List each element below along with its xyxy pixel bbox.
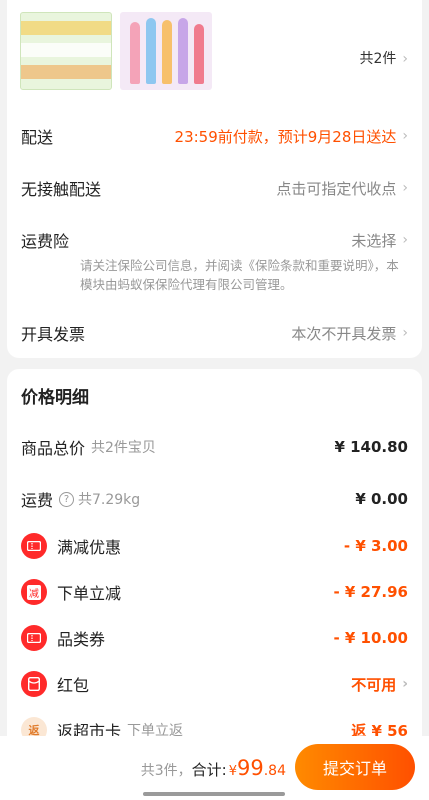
chevron-right-icon: › <box>402 325 408 341</box>
chevron-right-icon: › <box>402 232 408 248</box>
full-reduction-row: 满减优惠 - ¥ 3.00 <box>21 533 408 559</box>
items-count: 共3件， <box>140 763 192 779</box>
invoice-row[interactable]: 开具发票 本次不开具发票 › <box>21 321 408 345</box>
product-thumbnail-toothbrushes[interactable] <box>120 12 212 90</box>
invoice-label: 开具发票 <box>21 325 86 344</box>
freight-weight: 共7.29kg <box>78 492 141 508</box>
full-reduction-label: 满减优惠 <box>57 538 122 557</box>
category-coupon-row: 品类券 - ¥ 10.00 <box>21 625 408 651</box>
coupon-ticket-icon <box>21 625 47 651</box>
question-mark-icon[interactable]: ? <box>59 491 75 507</box>
shipping-label: 配送 <box>21 128 54 147</box>
chevron-right-icon: › <box>402 676 408 692</box>
freight-insurance-row[interactable]: 运费险 未选择 › <box>21 228 408 252</box>
red-packet-value: 不可用 <box>351 675 397 694</box>
category-coupon-label: 品类券 <box>57 630 106 649</box>
product-thumbnail-tissues[interactable] <box>20 12 112 90</box>
submit-order-button[interactable]: 提交订单 <box>295 744 415 790</box>
contactless-delivery-row[interactable]: 无接触配送 点击可指定代收点 › <box>21 176 408 200</box>
goods-total-label: 商品总价 <box>21 439 86 458</box>
order-options-card: 共2件 › 配送 23:59前付款，预计9月28日送达 › 无接触配送 点击可指定代… <box>7 0 422 358</box>
goods-total-row: 商品总价 共2件宝贝 ¥ 140.80 <box>21 435 408 459</box>
full-reduction-value: - ¥ 3.00 <box>343 537 408 555</box>
instant-reduction-value: - ¥ 27.96 <box>333 583 408 601</box>
freight-label: 运费 <box>21 491 54 510</box>
freight-value: ¥ 0.00 <box>355 490 408 508</box>
chevron-right-icon: › <box>402 128 408 144</box>
total-currency: ¥ <box>228 764 237 779</box>
checkout-bar: 共3件， 合计: ¥ 99 .84 提交订单 <box>0 736 429 800</box>
goods-total-sub: 共2件宝贝 <box>91 440 156 456</box>
red-packet-icon <box>21 671 47 697</box>
order-summary: 共3件， 合计: ¥ 99 .84 <box>141 756 286 780</box>
insurance-value: 未选择 <box>351 231 397 250</box>
goods-total-value: ¥ 140.80 <box>334 438 408 456</box>
reduction-badge-icon: 减 <box>21 579 47 605</box>
total-label: 合计: <box>191 761 227 779</box>
chevron-right-icon: › <box>402 180 408 196</box>
total-decimal: .84 <box>263 763 286 779</box>
contactless-label: 无接触配送 <box>21 180 102 199</box>
red-packet-label: 红包 <box>57 676 90 695</box>
invoice-value: 本次不开具发票 <box>291 324 397 343</box>
price-detail-card: 价格明细 商品总价 共2件宝贝 ¥ 140.80 运费? 共7.29kg ¥ 0.0… <box>7 369 422 749</box>
contactless-value: 点击可指定代收点 <box>276 179 397 198</box>
category-coupon-value: - ¥ 10.00 <box>333 629 408 647</box>
shipping-row[interactable]: 配送 23:59前付款，预计9月28日送达 › <box>21 124 408 148</box>
insurance-note: 请关注保险公司信息，并阅读《保险条款和重要说明》，本模块由蚂蚁保保险代理有限公司… <box>80 258 399 292</box>
shipping-value: 23:59前付款，预计9月28日送达 <box>174 127 397 146</box>
product-count[interactable]: 共2件 › <box>359 48 408 68</box>
red-packet-row[interactable]: 红包 不可用 › <box>21 671 408 697</box>
chevron-right-icon: › <box>402 51 408 67</box>
total-integer: 99 <box>237 756 264 780</box>
instant-reduction-row: 减下单立减 - ¥ 27.96 <box>21 579 408 605</box>
freight-row: 运费? 共7.29kg ¥ 0.00 <box>21 487 408 511</box>
insurance-label: 运费险 <box>21 232 70 251</box>
price-detail-title: 价格明细 <box>21 388 89 408</box>
coupon-ticket-icon <box>21 533 47 559</box>
home-indicator[interactable] <box>143 792 285 796</box>
instant-reduction-label: 下单立减 <box>57 584 122 603</box>
